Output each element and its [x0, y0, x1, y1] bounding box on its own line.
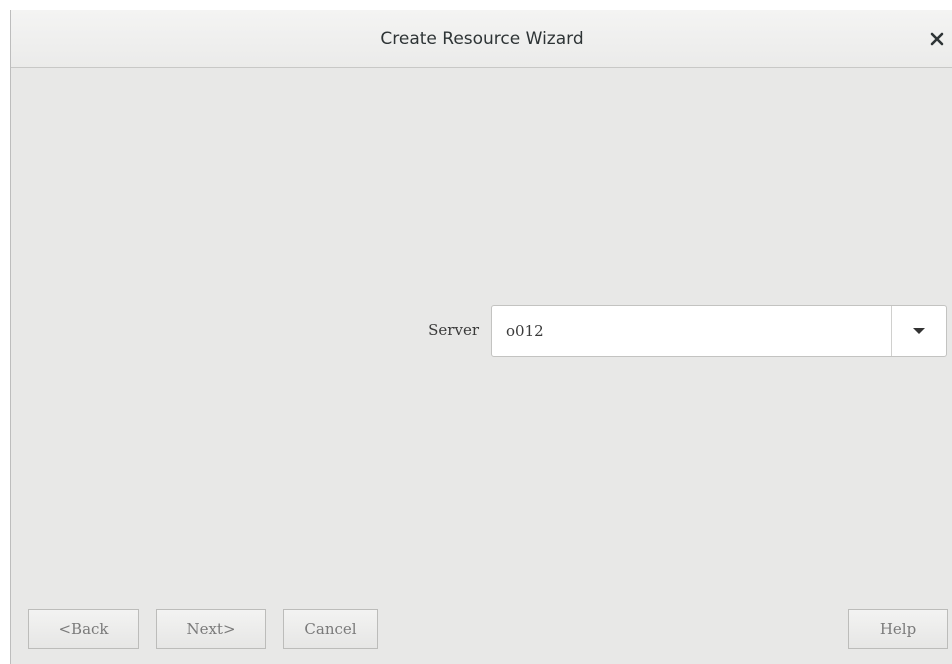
server-combobox-value[interactable]: o012: [506, 306, 544, 356]
close-button[interactable]: [927, 29, 947, 49]
server-combobox[interactable]: o012: [491, 305, 947, 357]
wizard-window: Create Resource Wizard Server o012 <Back…: [10, 10, 952, 664]
next-button[interactable]: Next>: [156, 609, 266, 649]
window-title: Create Resource Wizard: [380, 29, 584, 49]
help-button[interactable]: Help: [848, 609, 948, 649]
server-label: Server: [428, 321, 479, 339]
close-icon: [930, 32, 944, 46]
chevron-down-icon: [913, 328, 925, 334]
titlebar: Create Resource Wizard: [11, 10, 952, 68]
server-dropdown-button[interactable]: [892, 306, 946, 356]
back-button[interactable]: <Back: [28, 609, 139, 649]
cancel-button[interactable]: Cancel: [283, 609, 378, 649]
